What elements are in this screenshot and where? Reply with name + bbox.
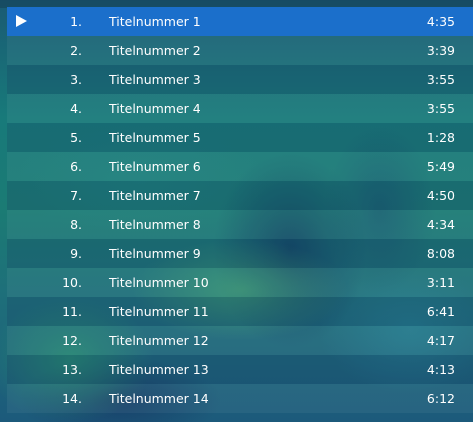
track-duration: 4:34 [426,217,455,232]
track-row[interactable]: 10. Titelnummer 10 3:11 [7,268,473,297]
track-row[interactable]: 1. Titelnummer 1 4:35 [7,7,473,36]
track-row[interactable]: 8. Titelnummer 8 4:34 [7,210,473,239]
track-title: Titelnummer 4 [109,101,201,116]
track-title: Titelnummer 3 [109,72,201,87]
track-duration: 8:08 [426,246,455,261]
track-duration: 4:13 [426,362,455,377]
track-number: 6. [70,159,82,174]
track-title: Titelnummer 8 [109,217,201,232]
track-row[interactable]: 6. Titelnummer 6 5:49 [7,152,473,181]
track-duration: 3:55 [426,101,455,116]
track-number: 13. [62,362,82,377]
track-duration: 4:35 [426,14,455,29]
track-title: Titelnummer 11 [109,304,209,319]
track-duration: 1:28 [426,130,455,145]
track-list: 1. Titelnummer 1 4:35 2. Titelnummer 2 3… [7,7,473,413]
track-number: 4. [70,101,82,116]
track-duration: 3:39 [426,43,455,58]
track-duration: 3:11 [426,275,455,290]
track-duration: 3:55 [426,72,455,87]
track-number: 8. [70,217,82,232]
track-duration: 4:50 [426,188,455,203]
track-number: 14. [62,391,82,406]
track-number: 12. [62,333,82,348]
track-title: Titelnummer 1 [109,14,201,29]
track-row[interactable]: 12. Titelnummer 12 4:17 [7,326,473,355]
track-row[interactable]: 7. Titelnummer 7 4:50 [7,181,473,210]
track-row[interactable]: 5. Titelnummer 5 1:28 [7,123,473,152]
track-title: Titelnummer 9 [109,246,201,261]
track-number: 5. [70,130,82,145]
track-number: 9. [70,246,82,261]
track-duration: 5:49 [426,159,455,174]
play-icon[interactable] [16,15,27,27]
track-row[interactable]: 11. Titelnummer 11 6:41 [7,297,473,326]
track-title: Titelnummer 14 [109,391,209,406]
track-number: 2. [70,43,82,58]
track-duration: 6:41 [426,304,455,319]
track-title: Titelnummer 2 [109,43,201,58]
track-row[interactable]: 4. Titelnummer 4 3:55 [7,94,473,123]
track-row[interactable]: 14. Titelnummer 14 6:12 [7,384,473,413]
track-title: Titelnummer 7 [109,188,201,203]
track-duration: 4:17 [426,333,455,348]
track-title: Titelnummer 6 [109,159,201,174]
track-number: 7. [70,188,82,203]
track-row[interactable]: 13. Titelnummer 13 4:13 [7,355,473,384]
track-title: Titelnummer 13 [109,362,209,377]
track-number: 10. [62,275,82,290]
track-title: Titelnummer 12 [109,333,209,348]
track-row[interactable]: 2. Titelnummer 2 3:39 [7,36,473,65]
track-number: 3. [70,72,82,87]
track-row[interactable]: 9. Titelnummer 9 8:08 [7,239,473,268]
track-title: Titelnummer 10 [109,275,209,290]
track-title: Titelnummer 5 [109,130,201,145]
track-duration: 6:12 [426,391,455,406]
track-row[interactable]: 3. Titelnummer 3 3:55 [7,65,473,94]
track-number: 11. [62,304,82,319]
track-number: 1. [70,14,82,29]
